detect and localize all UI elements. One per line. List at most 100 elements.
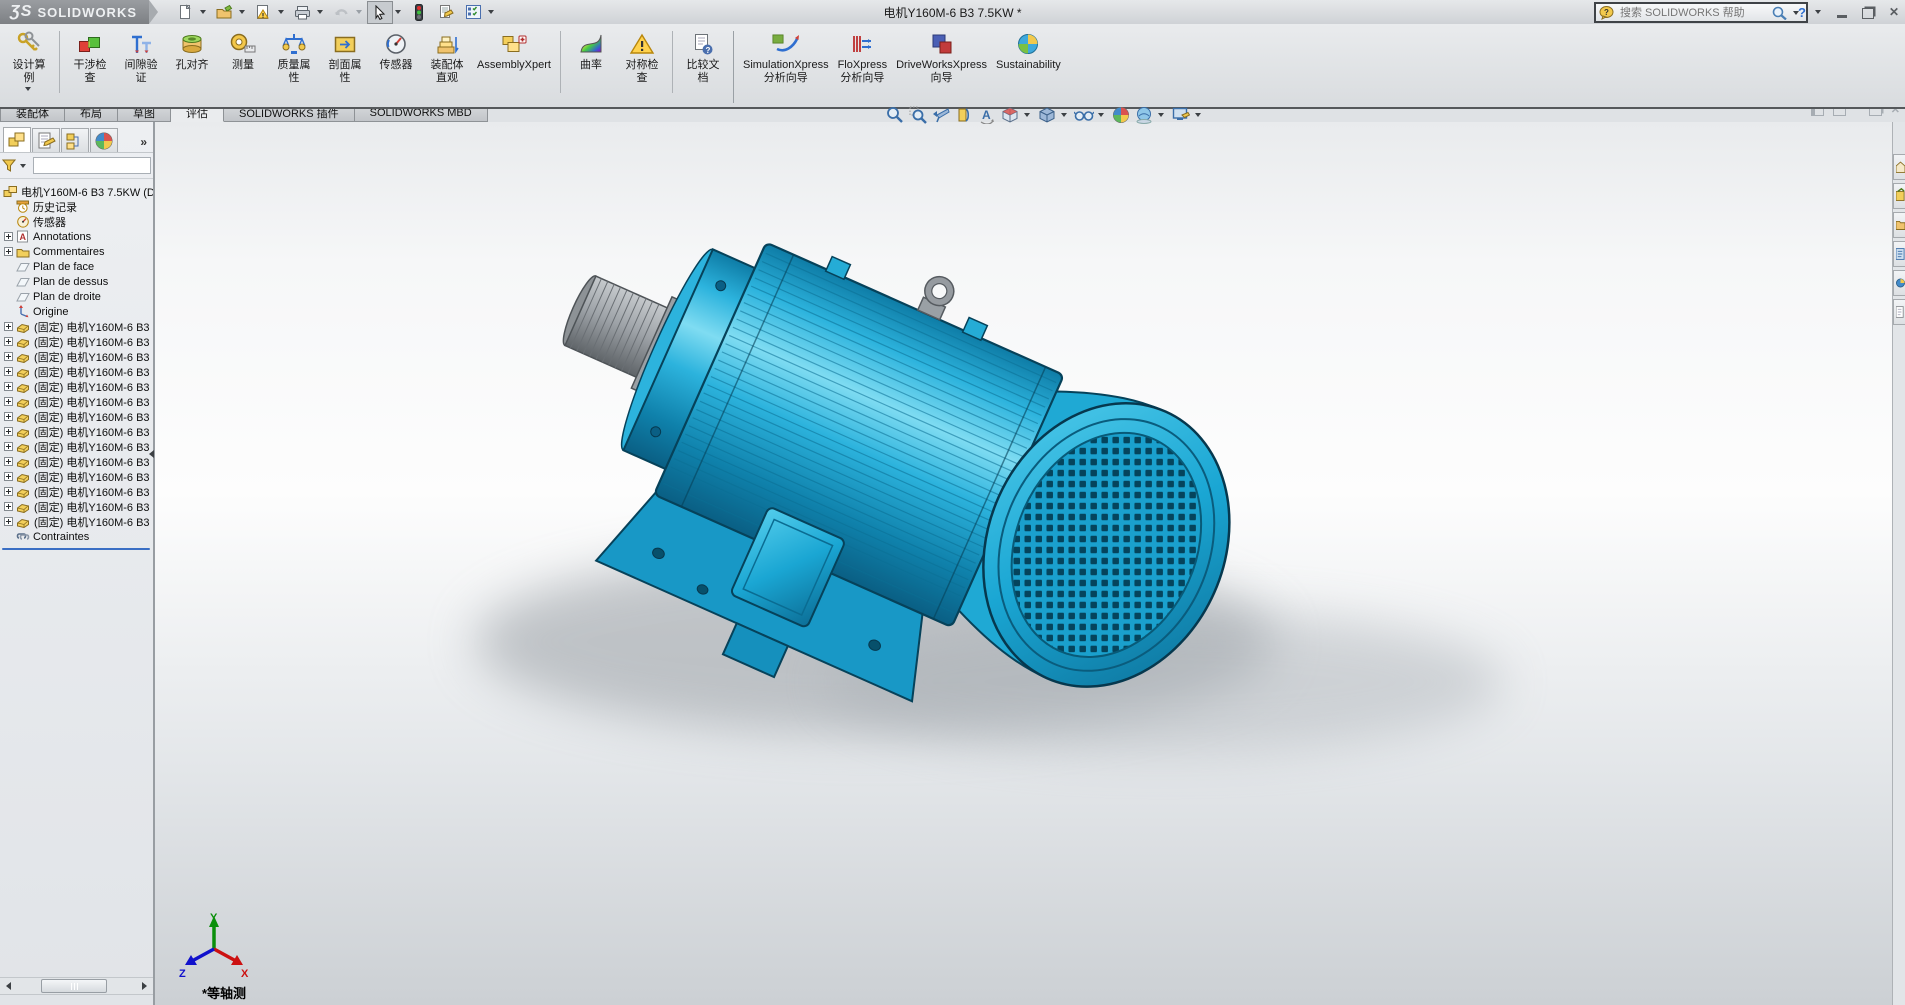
- expand-icon[interactable]: [4, 247, 13, 256]
- compare-documents-button[interactable]: ?比较文档: [682, 29, 724, 85]
- view-settings-button[interactable]: [1171, 106, 1191, 125]
- hide-show-items-dropdown-icon[interactable]: [1098, 113, 1104, 117]
- clearance-verify-button[interactable]: 间隙验证: [120, 29, 162, 85]
- expand-icon[interactable]: [4, 412, 13, 421]
- simulationxpress-wizard-button[interactable]: SimulationXpress分析向导: [743, 29, 829, 85]
- task-pane-view-palette-tab[interactable]: [1893, 241, 1905, 267]
- previous-view-button[interactable]: [931, 106, 951, 125]
- curvature-button[interactable]: 曲率: [570, 29, 612, 72]
- graphics-viewport[interactable]: Y Z X *等轴测: [155, 122, 1892, 1005]
- featuremanager-tree-tab[interactable]: [3, 127, 31, 152]
- new-document-button[interactable]: [172, 1, 198, 24]
- design-study-dropdown-icon[interactable]: [25, 87, 31, 91]
- display-manager-tab[interactable]: [90, 128, 118, 152]
- view-orientation-dropdown-icon[interactable]: [1024, 113, 1030, 117]
- minimize-button[interactable]: [1833, 5, 1851, 19]
- tree-item[interactable]: Plan de face: [0, 259, 153, 274]
- expand-icon[interactable]: [4, 502, 13, 511]
- expand-icon[interactable]: [4, 397, 13, 406]
- expand-icon[interactable]: [4, 442, 13, 451]
- floxpress-wizard-button[interactable]: FloXpress分析向导: [838, 29, 888, 85]
- help-dropdown-icon[interactable]: [1815, 10, 1821, 14]
- driveworksxpress-wizard-button[interactable]: DriveWorksXpress向导: [896, 29, 987, 85]
- expand-icon[interactable]: [4, 232, 13, 241]
- restore-button[interactable]: [1859, 5, 1877, 19]
- property-manager-tab[interactable]: [32, 128, 60, 152]
- rollback-bar[interactable]: [2, 548, 150, 550]
- help-icon[interactable]: ?: [1798, 5, 1806, 20]
- edit-appearance-button[interactable]: [1111, 106, 1131, 125]
- tree-component-item[interactable]: (固定) 电机Y160M-6 B3 7.: [0, 499, 153, 514]
- dynamic-annotation-views-button[interactable]: A: [977, 106, 997, 125]
- open-document-dropdown-icon[interactable]: [239, 10, 245, 14]
- tree-item[interactable]: Plan de droite: [0, 289, 153, 304]
- expand-icon[interactable]: [4, 472, 13, 481]
- tree-component-item[interactable]: (固定) 电机Y160M-6 B3 7.: [0, 514, 153, 529]
- open-document-button[interactable]: [211, 1, 237, 24]
- tree-component-item[interactable]: (固定) 电机Y160M-6 B3 7.: [0, 454, 153, 469]
- zoom-to-fit-button[interactable]: [885, 106, 905, 125]
- tree-root-item[interactable]: 电机Y160M-6 B3 7.5KW (Dé: [0, 184, 153, 199]
- sustainability-button[interactable]: Sustainability: [996, 29, 1061, 72]
- save-document-dropdown-icon[interactable]: [278, 10, 284, 14]
- symmetry-check-button[interactable]: 对称检查: [621, 29, 663, 85]
- section-properties-button[interactable]: 剖面属性: [324, 29, 366, 85]
- search-input[interactable]: [1618, 6, 1768, 20]
- task-pane-design-library-tab[interactable]: [1893, 183, 1905, 209]
- tree-component-item[interactable]: (固定) 电机Y160M-6 B3 7.: [0, 349, 153, 364]
- options-dropdown-icon[interactable]: [488, 10, 494, 14]
- sensors-button[interactable]: 传感器: [375, 29, 417, 72]
- expand-icon[interactable]: [4, 457, 13, 466]
- tree-horizontal-scrollbar[interactable]: [0, 977, 153, 995]
- interference-check-button[interactable]: 干涉检查: [69, 29, 111, 85]
- tree-item[interactable]: Commentaires: [0, 244, 153, 259]
- measure-button[interactable]: 测量: [222, 29, 264, 72]
- tree-component-item[interactable]: (固定) 电机Y160M-6 B3 7.: [0, 424, 153, 439]
- tree-component-item[interactable]: (固定) 电机Y160M-6 B3 7.: [0, 469, 153, 484]
- scrollbar-thumb[interactable]: [41, 979, 107, 993]
- tree-item[interactable]: Origine: [0, 304, 153, 319]
- assembly-visualization-button[interactable]: 装配体直观: [426, 29, 468, 85]
- tree-mates-item[interactable]: Contraintes: [0, 529, 153, 544]
- rebuild-traffic-light-button[interactable]: [406, 1, 432, 24]
- logo-expander-icon[interactable]: [149, 0, 158, 24]
- task-pane-resources-tab[interactable]: [1893, 154, 1905, 180]
- configuration-manager-tab[interactable]: [61, 128, 89, 152]
- design-study-button[interactable]: 设计算例: [8, 29, 50, 91]
- display-style-dropdown-icon[interactable]: [1061, 113, 1067, 117]
- scroll-left-icon[interactable]: [6, 982, 11, 990]
- tree-component-item[interactable]: (固定) 电机Y160M-6 B3 7.: [0, 439, 153, 454]
- search-box[interactable]: ?: [1594, 2, 1808, 23]
- mass-properties-button[interactable]: 质量属性: [273, 29, 315, 85]
- view-settings-dropdown-icon[interactable]: [1195, 113, 1201, 117]
- tree-item[interactable]: 历史记录: [0, 199, 153, 214]
- scroll-right-icon[interactable]: [142, 982, 147, 990]
- hole-alignment-button[interactable]: 孔对齐: [171, 29, 213, 72]
- print-document-button[interactable]: [289, 1, 315, 24]
- tree-component-item[interactable]: (固定) 电机Y160M-6 B3 7.: [0, 484, 153, 499]
- filter-input[interactable]: [33, 157, 151, 174]
- assembly-xpert-button[interactable]: AssemblyXpert: [477, 29, 551, 72]
- tree-component-item[interactable]: (固定) 电机Y160M-6 B3 7.: [0, 409, 153, 424]
- select-tool-dropdown-icon[interactable]: [395, 10, 401, 14]
- tree-item[interactable]: 传感器: [0, 214, 153, 229]
- tree-component-item[interactable]: (固定) 电机Y160M-6 B3 7.: [0, 394, 153, 409]
- expand-icon[interactable]: [4, 487, 13, 496]
- tree-component-item[interactable]: (固定) 电机Y160M-6 B3 7.: [0, 319, 153, 334]
- expand-icon[interactable]: [4, 517, 13, 526]
- section-view-button[interactable]: [954, 106, 974, 125]
- expand-icon[interactable]: [4, 322, 13, 331]
- new-document-dropdown-icon[interactable]: [200, 10, 206, 14]
- expand-icon[interactable]: [4, 427, 13, 436]
- print-document-dropdown-icon[interactable]: [317, 10, 323, 14]
- save-document-button[interactable]: [250, 1, 276, 24]
- hide-show-items-button[interactable]: [1074, 106, 1094, 125]
- expand-icon[interactable]: [4, 367, 13, 376]
- task-pane-custom-properties-tab[interactable]: [1893, 299, 1905, 325]
- task-pane-file-explorer-tab[interactable]: [1893, 212, 1905, 238]
- undo-dropdown-icon[interactable]: [356, 10, 362, 14]
- expand-icon[interactable]: [4, 337, 13, 346]
- apply-scene-dropdown-icon[interactable]: [1158, 113, 1164, 117]
- expand-icon[interactable]: [4, 382, 13, 391]
- file-properties-button[interactable]: [433, 1, 459, 24]
